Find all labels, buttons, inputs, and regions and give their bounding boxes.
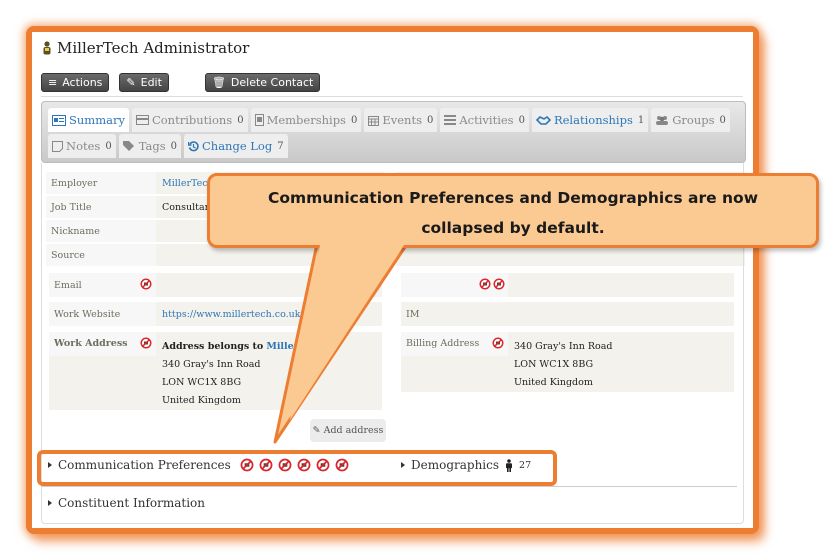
person-icon: [43, 41, 51, 55]
do-not-email-icon: [259, 458, 273, 472]
communication-preferences-toggle[interactable]: Communication Preferences: [48, 458, 349, 472]
pencil-icon: ✎: [126, 76, 136, 89]
tasks-icon: [444, 115, 457, 125]
field-row-email: Email: [49, 273, 382, 297]
delete-contact-button[interactable]: 🗑 Delete Contact: [204, 73, 321, 92]
edit-button[interactable]: ✎ Edit: [119, 73, 169, 92]
tab-notes[interactable]: Notes 0: [48, 134, 116, 158]
menu-icon: ≡: [48, 76, 58, 89]
field-row-im: IM: [401, 302, 734, 326]
annotation-callout: Communication Preferences and Demographi…: [207, 173, 819, 248]
do-not-mail-icon: [492, 337, 504, 349]
trash-icon: 🗑: [211, 76, 226, 89]
age-value: 27: [519, 459, 532, 471]
tab-memberships[interactable]: Memberships 0: [250, 108, 362, 132]
divider: [41, 486, 737, 487]
do-not-mail-icon: [140, 337, 152, 349]
contact-summary-page: MillerTech Administrator ≡ Actions ✎ Edi…: [32, 32, 753, 528]
male-icon: [506, 458, 513, 472]
work-website-link[interactable]: https://www.millertech.co.uk: [156, 302, 382, 326]
history-icon: [187, 140, 199, 151]
field-row-phone: Phone: [401, 273, 734, 297]
address-line: United Kingdom: [514, 377, 593, 388]
address-belongs-link[interactable]: MillerTech: [266, 341, 323, 352]
phone-value: [508, 273, 734, 297]
address-line: LON WC1X 8BG: [514, 359, 594, 370]
toolbar: ≡ Actions ✎ Edit 🗑 Delete Contact: [41, 73, 321, 92]
caret-right-icon: [48, 462, 52, 468]
caret-right-icon: [401, 462, 405, 468]
tab-change-log[interactable]: Change Log 7: [183, 134, 288, 158]
tab-events[interactable]: Events 0: [364, 108, 438, 132]
page-title: MillerTech Administrator: [42, 39, 249, 57]
do-not-mail-icon: [278, 458, 292, 472]
address-belongs-line: Address belongs to MillerTech: [162, 341, 324, 352]
constituent-information-toggle[interactable]: Constituent Information: [48, 496, 205, 510]
calendar-icon: [368, 115, 380, 126]
id-badge-icon: [254, 114, 264, 126]
divider: [41, 96, 743, 97]
address-line: United Kingdom: [162, 395, 241, 406]
do-not-email-icon: [140, 278, 152, 290]
add-address-button[interactable]: ✎ Add address: [310, 419, 386, 442]
tab-relationships[interactable]: Relationships 1: [531, 108, 649, 132]
actions-button[interactable]: ≡ Actions: [41, 73, 110, 92]
id-card-icon: [52, 114, 66, 126]
caret-right-icon: [48, 500, 52, 506]
preference-icons: [240, 458, 349, 472]
do-not-sms-icon: [493, 278, 505, 290]
tags-icon: [122, 141, 134, 151]
tab-contributions[interactable]: Contributions 0: [131, 108, 248, 132]
credit-card-icon: [135, 115, 149, 125]
users-icon: [656, 116, 669, 125]
do-not-phone-icon: [240, 458, 254, 472]
tab-summary[interactable]: Summary: [48, 108, 129, 132]
note-icon: [52, 140, 63, 152]
tab-activities[interactable]: Activities 0: [440, 108, 529, 132]
no-bulk-email-icon: [316, 458, 330, 472]
field-row-billing-address: Billing Address 340 Gray's Inn Road LON …: [401, 332, 734, 392]
email-value: [156, 273, 382, 297]
handshake-icon: [535, 115, 551, 125]
field-row-work-website: Work Website https://www.millertech.co.u…: [49, 302, 382, 326]
im-value: [508, 302, 734, 326]
tab-tags[interactable]: Tags 0: [118, 134, 181, 158]
tab-bar: Summary Contributions 0 Memberships 0 Even…: [41, 101, 746, 163]
pencil-icon: ✎: [312, 425, 321, 436]
address-line: 340 Gray's Inn Road: [514, 341, 613, 352]
address-line: 340 Gray's Inn Road: [162, 359, 261, 370]
do-not-trade-icon: [335, 458, 349, 472]
contact-name: MillerTech Administrator: [57, 39, 250, 57]
do-not-sms-icon: [297, 458, 311, 472]
demographics-toggle[interactable]: Demographics 27: [401, 458, 531, 472]
tab-groups[interactable]: Groups 0: [651, 108, 730, 132]
field-row-work-address: Work Address Address belongs to MillerTe…: [49, 332, 382, 410]
address-line: LON WC1X 8BG: [162, 377, 242, 388]
do-not-phone-icon: [479, 278, 491, 290]
